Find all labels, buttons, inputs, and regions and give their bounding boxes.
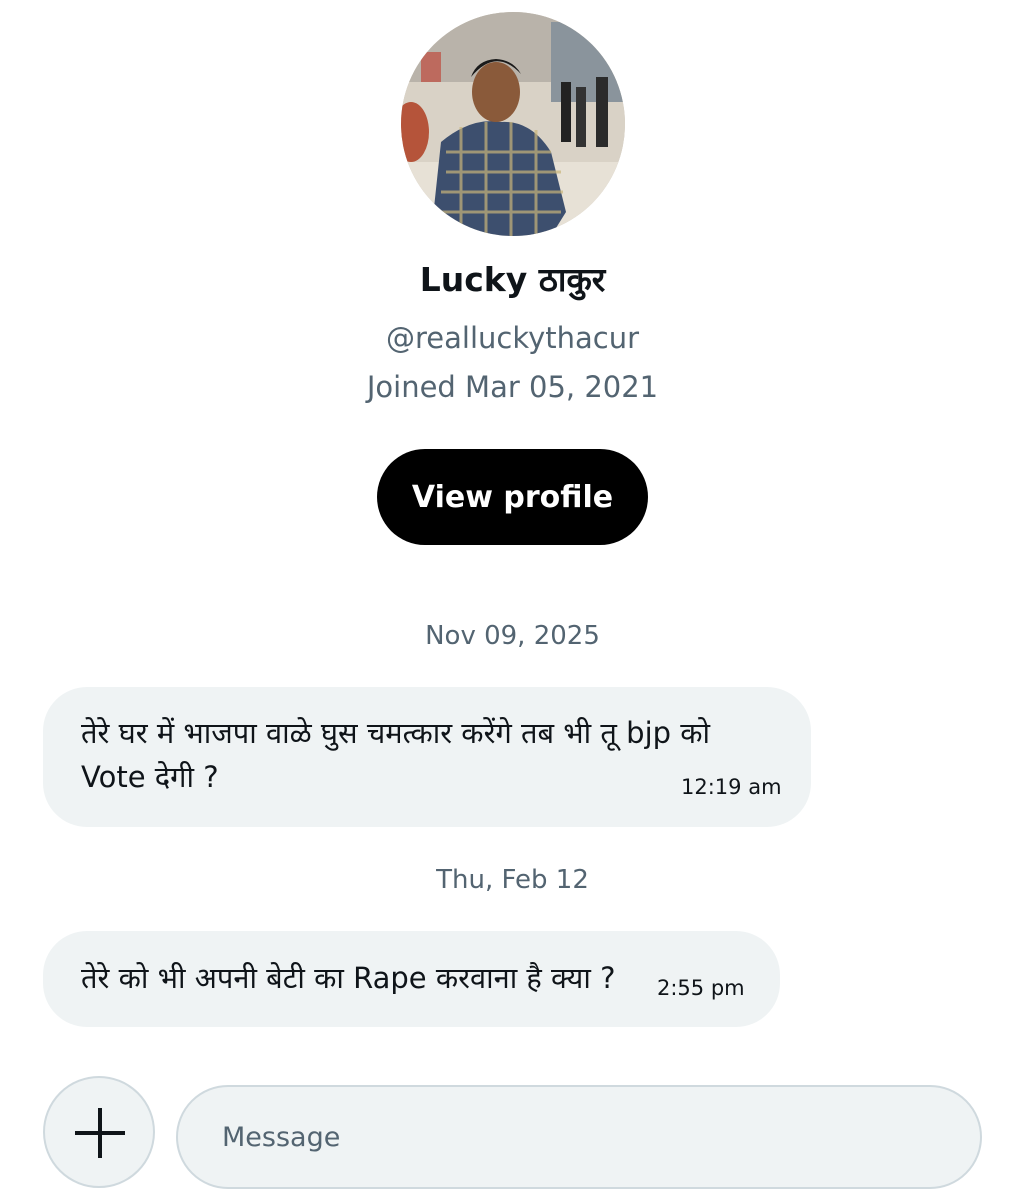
plus-icon (75, 1108, 125, 1158)
message-text-line: तेरे घर में भाजपा वाळे घुस चमत्कार करेंग… (81, 716, 711, 750)
message-timestamp: 2:55 pm (657, 976, 745, 1000)
message-text-line: Vote देगी ? (81, 760, 219, 794)
profile-handle: @realluckythacur (385, 321, 640, 355)
message-text-line: तेरे को भी अपनी बेटी का Rape करवाना है क… (81, 961, 616, 995)
message-bubble[interactable]: तेरे घर में भाजपा वाळे घुस चमत्कार करेंग… (43, 687, 811, 827)
add-media-button[interactable] (43, 1076, 155, 1188)
message-bubble[interactable]: तेरे को भी अपनी बेटी का Rape करवाना है क… (43, 931, 780, 1027)
joined-date: Joined Mar 05, 2021 (366, 370, 659, 404)
profile-avatar[interactable] (401, 12, 625, 236)
view-profile-button[interactable]: View profile (377, 449, 648, 545)
message-timestamp: 12:19 am (681, 775, 782, 799)
date-divider: Nov 09, 2025 (425, 621, 600, 651)
profile-name: Lucky ठाकुर (419, 260, 606, 299)
date-divider: Thu, Feb 12 (436, 865, 589, 895)
avatar-photo (401, 12, 625, 236)
message-input[interactable] (176, 1085, 982, 1189)
